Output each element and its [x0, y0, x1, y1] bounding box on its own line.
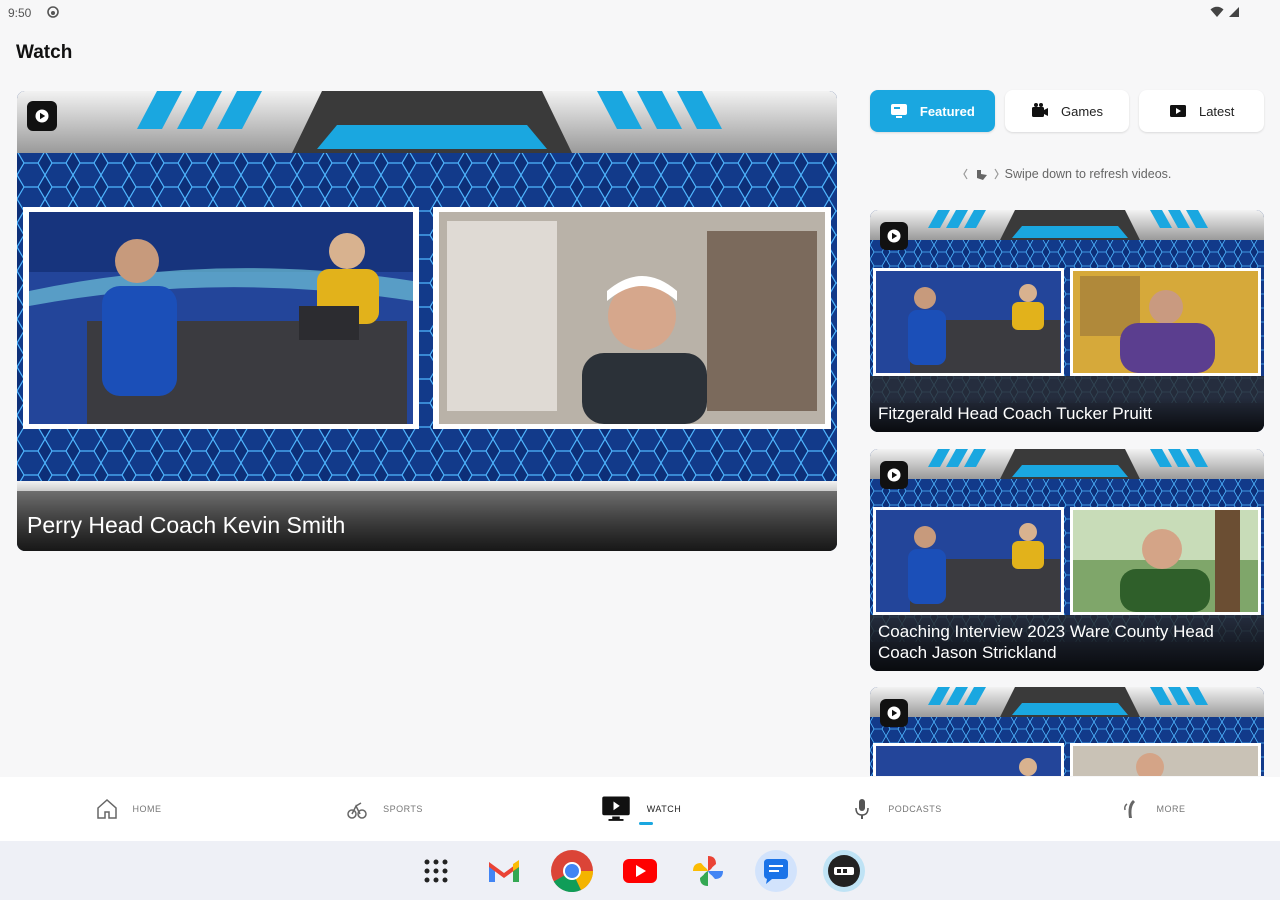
video-card-title: Fitzgerald Head Coach Tucker Pruitt	[878, 404, 1153, 423]
video-card-title: Coaching Interview 2023 Ware County Head…	[878, 622, 1214, 662]
nav-podcasts[interactable]: PODCASTS	[768, 777, 1024, 841]
play-icon	[880, 222, 908, 250]
video-thumbnail	[870, 687, 1264, 776]
home-icon	[96, 798, 117, 819]
notification-icon	[47, 6, 59, 18]
youtube-icon[interactable]	[617, 848, 663, 894]
video-card-caption: Coaching Interview 2023 Ware County Head…	[870, 615, 1264, 671]
tab-latest[interactable]: Latest	[1139, 90, 1265, 132]
nav-home-label: HOME	[132, 804, 162, 814]
wifi-icon	[1210, 6, 1224, 17]
tab-featured-label: Featured	[919, 103, 975, 119]
nav-watch[interactable]: WATCH	[512, 777, 768, 841]
more-icon	[1123, 800, 1135, 818]
microphone-icon	[855, 799, 869, 819]
signal-icon	[1229, 7, 1239, 17]
video-card[interactable]: Fitzgerald Head Coach Tucker Pruitt	[870, 210, 1264, 432]
play-icon	[880, 461, 908, 489]
refresh-hint-text: Swipe down to refresh videos.	[1004, 167, 1172, 181]
sports-icon	[347, 802, 367, 819]
swipe-icon	[962, 168, 999, 180]
video-card-caption: Fitzgerald Head Coach Tucker Pruitt	[870, 397, 1264, 432]
nav-watch-label: WATCH	[646, 804, 682, 814]
nav-home[interactable]: HOME	[0, 777, 256, 841]
system-icons	[1210, 6, 1240, 18]
gpb-icon[interactable]	[821, 848, 867, 894]
bottom-navigation: HOME SPORTS WATCH PODCASTS MORE	[0, 777, 1280, 841]
video-list: Fitzgerald Head Coach Tucker Pruitt Coac…	[870, 210, 1264, 776]
chrome-icon[interactable]	[549, 848, 595, 894]
play-icon	[27, 101, 57, 131]
tab-featured[interactable]: Featured	[870, 90, 995, 132]
active-indicator	[639, 822, 653, 825]
gmail-icon[interactable]	[481, 848, 527, 894]
featured-video-title: Perry Head Coach Kevin Smith	[27, 512, 346, 538]
watch-icon	[602, 796, 630, 821]
nav-podcasts-label: PODCASTS	[888, 804, 942, 814]
status-bar: 9:50	[0, 0, 1280, 26]
video-card[interactable]	[870, 687, 1264, 776]
featured-video[interactable]: Perry Head Coach Kevin Smith	[17, 91, 837, 551]
app-drawer-icon[interactable]	[413, 848, 459, 894]
video-card[interactable]: Coaching Interview 2023 Ware County Head…	[870, 449, 1264, 671]
nav-sports[interactable]: SPORTS	[256, 777, 512, 841]
video-icon	[1169, 105, 1186, 117]
play-icon	[880, 699, 908, 727]
nav-sports-label: SPORTS	[383, 804, 423, 814]
tab-games-label: Games	[1061, 103, 1103, 119]
camera-icon	[1032, 103, 1049, 117]
featured-video-caption: Perry Head Coach Kevin Smith	[17, 481, 837, 551]
status-time: 9:50	[8, 6, 32, 20]
photos-icon[interactable]	[685, 848, 731, 894]
nav-more-label: MORE	[1156, 804, 1186, 814]
system-dock	[0, 841, 1280, 900]
tab-latest-label: Latest	[1198, 103, 1235, 119]
video-tabs: Featured Games Latest	[870, 90, 1265, 132]
tv-icon	[890, 104, 907, 118]
messages-icon[interactable]	[753, 848, 799, 894]
refresh-hint: Swipe down to refresh videos.	[870, 166, 1264, 182]
nav-more[interactable]: MORE	[1024, 777, 1280, 841]
tab-games[interactable]: Games	[1004, 90, 1130, 132]
page-title: Watch	[16, 42, 73, 63]
